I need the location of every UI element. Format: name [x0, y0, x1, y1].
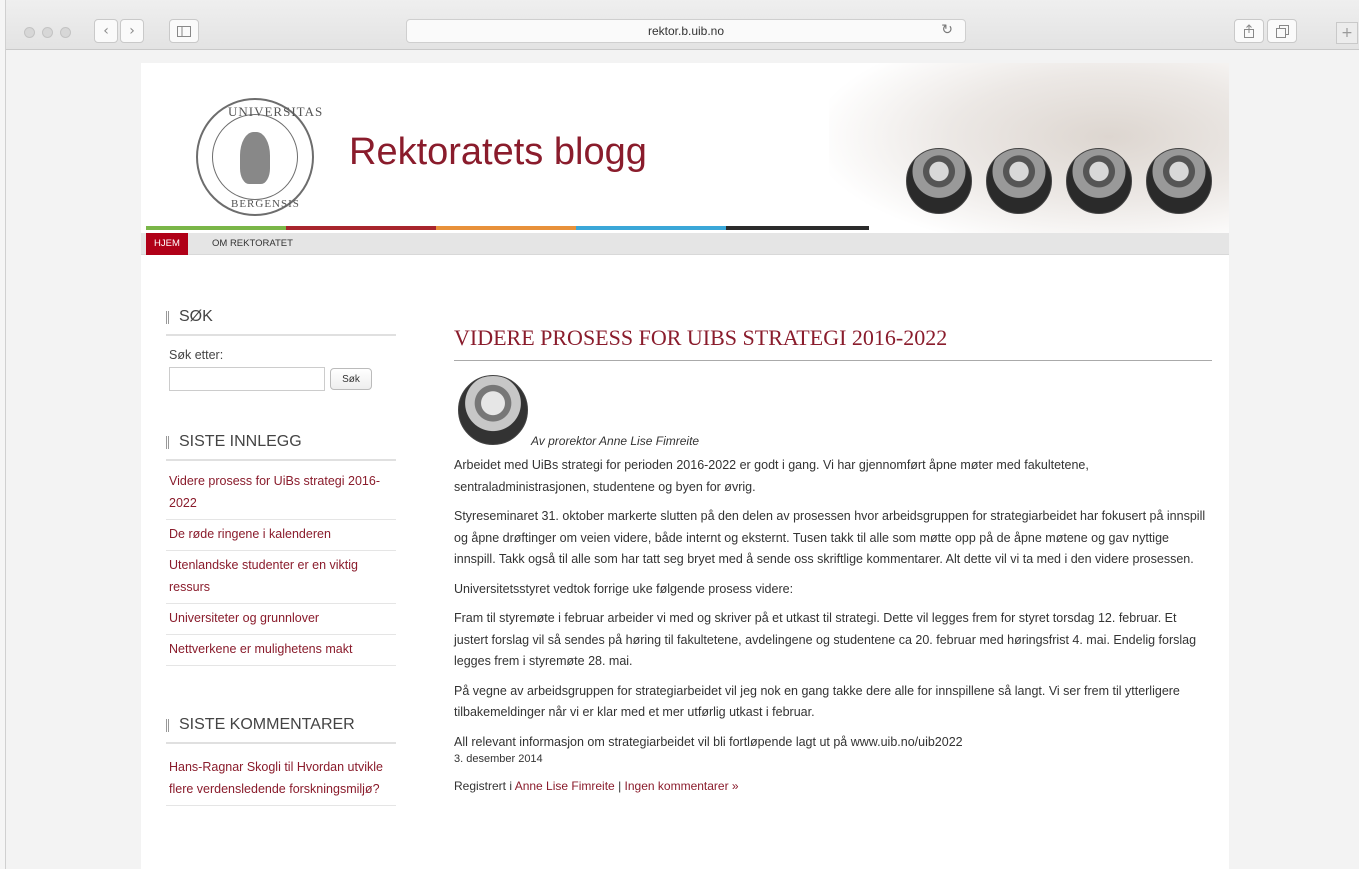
- plus-icon: +: [1341, 25, 1353, 41]
- recent-comments-list: Hans-Ragnar Skogli til Hvordan utvikle f…: [166, 752, 396, 806]
- rector-portrait-2: [986, 148, 1052, 214]
- zoom-window-button[interactable]: [60, 27, 71, 38]
- rector-portrait-3: [1066, 148, 1132, 214]
- university-seal-logo[interactable]: UNIVERSITAS BERGENSIS: [196, 98, 322, 216]
- post-paragraph: Arbeidet med UiBs strategi for perioden …: [454, 458, 1089, 494]
- forward-button[interactable]: ›: [120, 19, 144, 43]
- chevron-left-icon: ‹: [103, 23, 109, 39]
- main-nav: HJEM OM REKTORATET: [141, 233, 1229, 255]
- category-link[interactable]: Anne Lise Fimreite: [515, 779, 615, 793]
- search-button[interactable]: Søk: [330, 368, 372, 390]
- site-title[interactable]: Rektoratets blogg: [349, 131, 647, 174]
- post-paragraph: Fram til styremøte i februar arbeider vi…: [454, 611, 1197, 668]
- address-bar[interactable]: rektor.b.uib.no ↻: [406, 19, 966, 43]
- post-paragraph: Universitetsstyret vedtok forrige uke fø…: [454, 581, 794, 596]
- nav-item-about[interactable]: OM REKTORATET: [204, 233, 301, 255]
- owl-icon: [240, 132, 270, 184]
- comments-link[interactable]: Ingen kommentarer »: [625, 779, 739, 793]
- sidebar-toggle-button[interactable]: [169, 19, 199, 43]
- sidebar: SØK Søk etter: Søk SISTE INNLEGG Videre …: [166, 308, 396, 806]
- recent-post-link[interactable]: Utenlandske studenter er en viktig ressu…: [166, 551, 396, 604]
- url-text: rektor.b.uib.no: [647, 24, 725, 38]
- browser-toolbar: ‹ › rektor.b.uib.no ↻ +: [6, 0, 1359, 50]
- new-tab-button[interactable]: +: [1336, 22, 1358, 44]
- recent-post-link[interactable]: Nettverkene er mulighetens makt: [166, 635, 396, 666]
- recent-comments-title: SISTE KOMMENTARER: [166, 716, 396, 744]
- back-button[interactable]: ‹: [94, 19, 118, 43]
- reload-icon[interactable]: ↻: [941, 22, 953, 38]
- close-window-button[interactable]: [24, 27, 35, 38]
- nav-item-home[interactable]: HJEM: [146, 233, 188, 255]
- recent-post-link[interactable]: Universiteter og grunnlover: [166, 604, 396, 635]
- browser-window: ‹ › rektor.b.uib.no ↻ + UNIVERSITAS BERG…: [5, 0, 1359, 869]
- author-avatar: [458, 375, 528, 445]
- sidebar-icon: [177, 25, 191, 37]
- recent-posts-title: SISTE INNLEGG: [166, 433, 396, 461]
- tabs-icon: [1275, 24, 1289, 38]
- search-input[interactable]: [169, 367, 325, 391]
- post-byline: Av prorektor Anne Lise Fimreite: [531, 434, 700, 448]
- site-header: UNIVERSITAS BERGENSIS Rektoratets blogg: [141, 63, 1229, 248]
- search-form: Søk: [169, 367, 396, 391]
- chevron-right-icon: ›: [129, 23, 135, 39]
- minimize-window-button[interactable]: [42, 27, 53, 38]
- search-widget-title: SØK: [166, 308, 396, 336]
- recent-post-link[interactable]: Videre prosess for UiBs strategi 2016-20…: [166, 467, 396, 520]
- share-icon: [1244, 24, 1254, 38]
- web-page: UNIVERSITAS BERGENSIS Rektoratets blogg …: [141, 63, 1229, 869]
- search-label: Søk etter:: [169, 348, 224, 362]
- post-article: VIDERE PROSESS FOR UIBS STRATEGI 2016-20…: [454, 325, 1212, 793]
- post-date: 3. desember 2014: [454, 753, 543, 765]
- recent-posts-list: Videre prosess for UiBs strategi 2016-20…: [166, 467, 396, 666]
- meta-separator: |: [618, 779, 622, 793]
- color-stripe: [146, 226, 869, 230]
- meta-prefix: Registrert i: [454, 779, 513, 793]
- recent-comment-link[interactable]: Hans-Ragnar Skogli til Hvordan utvikle f…: [166, 752, 396, 806]
- seal-text-top: UNIVERSITAS: [228, 104, 324, 119]
- rector-portrait-1: [906, 148, 972, 214]
- recent-post-link[interactable]: De røde ringene i kalenderen: [166, 520, 396, 551]
- post-paragraph: Styreseminaret 31. oktober markerte slut…: [454, 509, 1206, 566]
- seal-text-bottom: BERGENSIS: [231, 198, 300, 210]
- share-button[interactable]: [1234, 19, 1264, 43]
- rector-portrait-4: [1146, 148, 1212, 214]
- post-title[interactable]: VIDERE PROSESS FOR UIBS STRATEGI 2016-20…: [454, 325, 1212, 361]
- post-paragraph: På vegne av arbeidsgruppen for strategia…: [454, 683, 1180, 720]
- show-tabs-button[interactable]: [1267, 19, 1297, 43]
- post-paragraph: All relevant informasjon om strategiarbe…: [454, 734, 963, 749]
- post-meta: Registrert i Anne Lise Fimreite | Ingen …: [454, 779, 1212, 793]
